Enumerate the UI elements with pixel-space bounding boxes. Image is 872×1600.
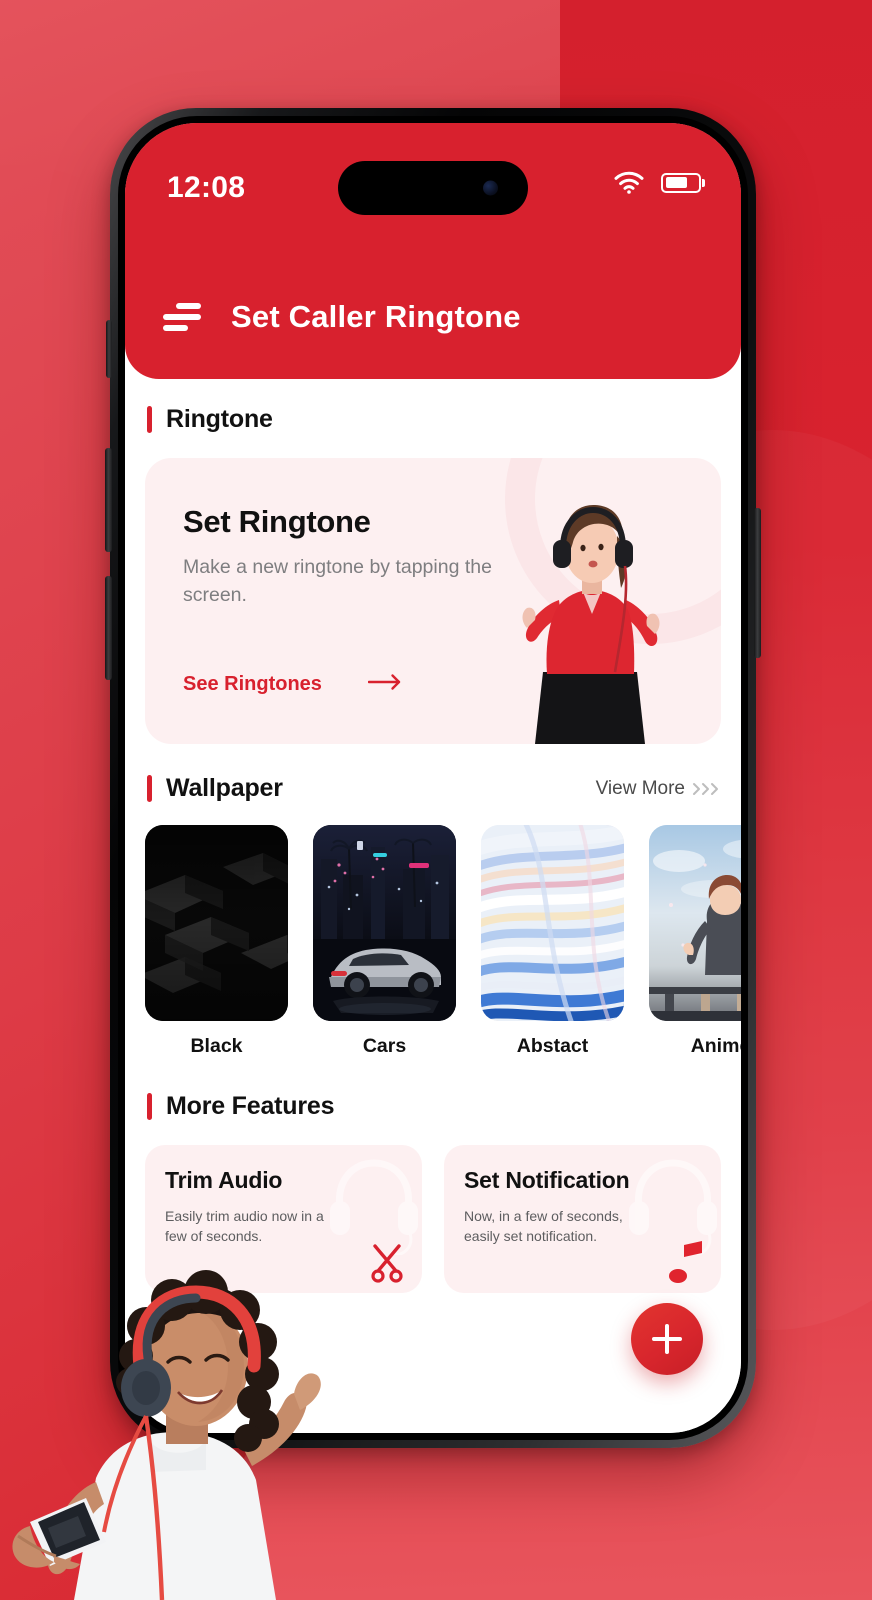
section-accent-bar <box>147 1093 152 1120</box>
wallpaper-item-abstract[interactable]: Abstact <box>481 825 624 1058</box>
foreground-woman-photo <box>12 1270 321 1600</box>
music-note-icon <box>669 1241 702 1283</box>
phone-volume-up-button <box>105 448 112 552</box>
view-more-label: View More <box>595 777 685 799</box>
phone-mockup: Set Caller Ringtone 12:08 Ringtone Set R… <box>105 108 761 1448</box>
phone-bezel: Set Caller Ringtone 12:08 Ringtone Set R… <box>118 116 748 1440</box>
phone-power-button <box>754 508 761 658</box>
wallpaper-label: Black <box>190 1035 243 1057</box>
wallpaper-item-anime[interactable]: Anime <box>649 825 741 1058</box>
section-accent-bar <box>147 406 152 433</box>
wallpaper-item-black[interactable]: Black <box>145 825 288 1058</box>
see-ringtones-button[interactable]: See Ringtones <box>183 673 402 696</box>
wallpaper-item-cars[interactable]: Cars <box>313 825 456 1058</box>
wallpaper-thumbnail[interactable] <box>145 825 288 1021</box>
dynamic-island <box>338 161 528 215</box>
set-ringtone-title: Set Ringtone <box>183 504 371 539</box>
page-title: Set Caller Ringtone <box>231 299 521 334</box>
set-ringtone-card[interactable]: Set Ringtone Make a new ringtone by tapp… <box>145 458 721 744</box>
wallpaper-list[interactable]: Black Cars Abstact Anim <box>125 825 741 1058</box>
feature-subtitle: Now, in a few of seconds, easily set not… <box>464 1208 623 1245</box>
wallpaper-label: Anime <box>690 1035 741 1057</box>
wallpaper-thumbnail[interactable] <box>481 825 624 1021</box>
wifi-icon <box>614 171 644 194</box>
feature-card-set-notification[interactable]: Set Notification Now, in a few of second… <box>444 1145 721 1293</box>
section-header-more-features: More Features <box>145 1092 721 1121</box>
section-title-ringtone: Ringtone <box>166 405 273 433</box>
section-accent-bar <box>147 775 152 802</box>
status-bar-clock: 12:08 <box>167 171 246 204</box>
see-ringtones-label: See Ringtones <box>183 673 322 695</box>
section-title-wallpaper: Wallpaper <box>166 774 283 802</box>
hamburger-menu-icon[interactable] <box>163 303 201 331</box>
arrow-right-icon <box>367 673 402 696</box>
triple-chevron-right-icon <box>691 781 721 797</box>
status-bar-indicators <box>614 171 701 194</box>
section-header-wallpaper: Wallpaper <box>145 774 283 803</box>
add-button[interactable] <box>631 1303 703 1375</box>
battery-icon <box>661 172 701 193</box>
wallpaper-label: Cars <box>362 1035 407 1057</box>
wallpaper-label: Abstact <box>516 1035 589 1057</box>
section-header-ringtone: Ringtone <box>145 405 721 434</box>
front-camera-icon <box>483 180 498 196</box>
section-title-more-features: More Features <box>166 1092 335 1120</box>
status-bar: 12:08 <box>125 123 741 255</box>
phone-mute-switch <box>106 320 112 378</box>
wallpaper-thumbnail[interactable] <box>313 825 456 1021</box>
phone-volume-down-button <box>105 576 112 680</box>
feature-subtitle: Easily trim audio now in a few of second… <box>165 1208 324 1245</box>
set-ringtone-subtitle: Make a new ringtone by tapping the scree… <box>183 556 492 606</box>
wallpaper-thumbnail[interactable] <box>649 825 741 1021</box>
headphones-watermark <box>330 1159 418 1255</box>
phone-screen: Set Caller Ringtone 12:08 Ringtone Set R… <box>125 123 741 1433</box>
view-more-wallpapers-button[interactable]: View More <box>596 778 721 800</box>
ringtone-card-image <box>522 504 660 744</box>
